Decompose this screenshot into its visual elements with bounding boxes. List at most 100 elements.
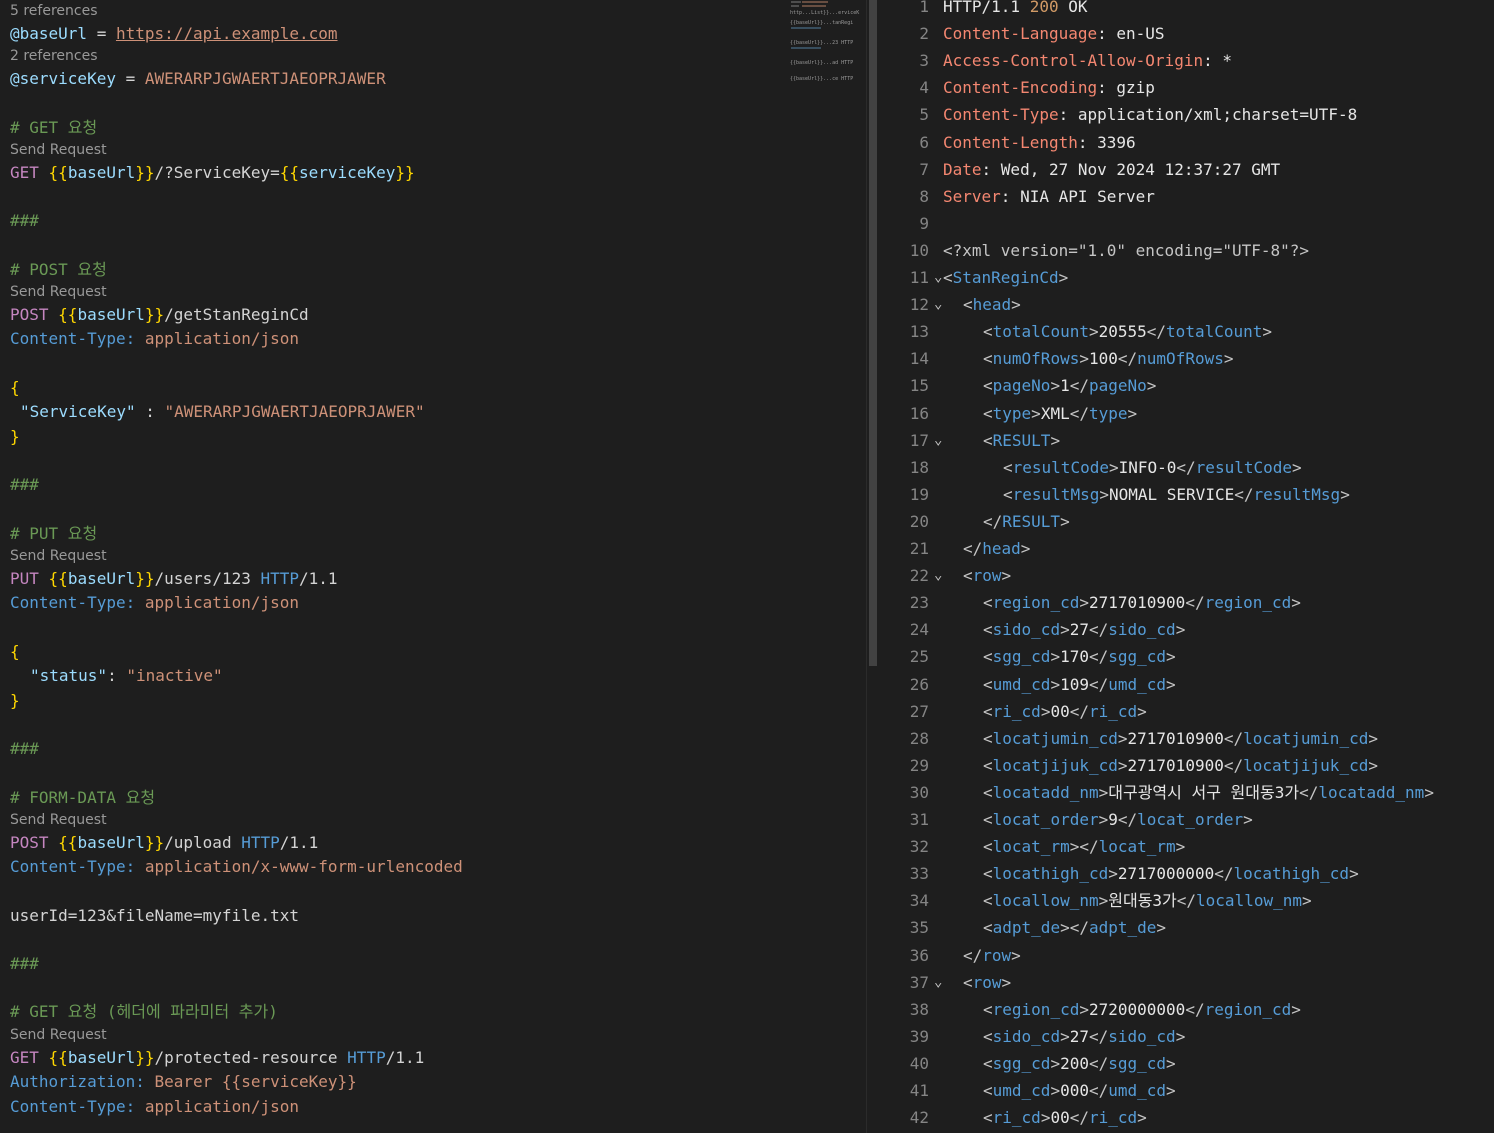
response-line[interactable]: 18 <resultCode>INFO-0</resultCode> bbox=[877, 454, 1494, 481]
response-line[interactable]: 14 <numOfRows>100</numOfRows> bbox=[877, 345, 1494, 372]
tag-punct: > bbox=[1069, 837, 1080, 857]
response-line[interactable]: 5 Content-Type: application/xml;charset=U… bbox=[877, 101, 1494, 128]
tag-punct: > bbox=[1050, 674, 1061, 694]
header-line[interactable]: Authorization: Bearer {{serviceKey}} bbox=[10, 1070, 357, 1094]
request-line[interactable]: POST {{baseUrl}}/upload HTTP/1.1 bbox=[10, 831, 318, 855]
tag-punct: > bbox=[1166, 647, 1176, 667]
chevron-down-icon[interactable]: ⌄ bbox=[934, 291, 948, 318]
separator: ### bbox=[10, 211, 39, 230]
response-line[interactable]: 24 <sido_cd>27</sido_cd> bbox=[877, 616, 1494, 643]
send-request-link[interactable]: Send Request bbox=[10, 140, 107, 160]
var-base-url-line[interactable]: @baseUrl = https://api.example.com bbox=[10, 22, 338, 46]
var-service-key-line[interactable]: @serviceKey = AWERARPJGWAERTJAEOPRJAWER bbox=[10, 67, 386, 91]
header-line[interactable]: Content-Type: application/json bbox=[10, 591, 299, 615]
response-line[interactable]: 1 HTTP/1.1 200 OK bbox=[877, 0, 1494, 20]
minimap-text: {{baseUrl}}...23 HTTP bbox=[790, 40, 854, 46]
header-value: : * bbox=[1203, 51, 1232, 71]
response-line[interactable]: 12 ⌄ <head> bbox=[877, 291, 1494, 318]
request-line[interactable]: GET {{baseUrl}}/?ServiceKey={{serviceKey… bbox=[10, 161, 415, 185]
response-line[interactable]: 20 </RESULT> bbox=[877, 508, 1494, 535]
send-request-link[interactable]: Send Request bbox=[10, 282, 107, 302]
response-line[interactable]: 39 <sido_cd>27</sido_cd> bbox=[877, 1023, 1494, 1050]
response-line[interactable]: 11 ⌄ <StanReginCd> bbox=[877, 264, 1494, 291]
response-line[interactable]: 4 Content-Encoding: gzip bbox=[877, 74, 1494, 101]
chevron-down-icon[interactable]: ⌄ bbox=[934, 427, 948, 454]
request-editor[interactable]: 5 references @baseUrl = https://api.exam… bbox=[0, 0, 866, 1133]
tag-name: ri_cd bbox=[992, 1108, 1041, 1128]
response-line[interactable]: 26 <umd_cd>109</umd_cd> bbox=[877, 671, 1494, 698]
response-line[interactable]: 19 <resultMsg>NOMAL SERVICE</resultMsg> bbox=[877, 481, 1494, 508]
response-line[interactable]: 13 <totalCount>20555</totalCount> bbox=[877, 318, 1494, 345]
request-line[interactable]: PUT {{baseUrl}}/users/123 HTTP/1.1 bbox=[10, 567, 338, 591]
tag-value: 2717010900 bbox=[1127, 755, 1224, 775]
response-line[interactable]: 6 Content-Length: 3396 bbox=[877, 129, 1494, 156]
response-line[interactable]: 10 <?xml version="1.0" encoding="UTF-8"?> bbox=[877, 237, 1494, 264]
codelens-references[interactable]: 5 references bbox=[10, 1, 98, 21]
response-line[interactable]: 36 </row> bbox=[877, 942, 1494, 969]
response-line[interactable]: 8 Server: NIA API Server bbox=[877, 183, 1494, 210]
send-request-link[interactable]: Send Request bbox=[10, 810, 107, 830]
tag-name: ri_cd bbox=[1088, 1108, 1138, 1128]
response-line[interactable]: 7 Date: Wed, 27 Nov 2024 12:37:27 GMT bbox=[877, 156, 1494, 183]
send-request-link[interactable]: Send Request bbox=[10, 546, 107, 566]
response-line[interactable]: 34 <locallow_nm>원대동3가</locallow_nm> bbox=[877, 887, 1494, 914]
response-line[interactable]: 28 <locatjumin_cd>2717010900</locatjumin_… bbox=[877, 725, 1494, 752]
response-line[interactable]: 27 <ri_cd>00</ri_cd> bbox=[877, 698, 1494, 725]
response-line[interactable]: 40 <sgg_cd>200</sgg_cd> bbox=[877, 1050, 1494, 1077]
response-panel[interactable]: 1 HTTP/1.1 200 OK 2 Content-Language: en-US… bbox=[877, 0, 1494, 1133]
response-line[interactable]: 37 ⌄ <row> bbox=[877, 969, 1494, 996]
response-line[interactable]: 15 <pageNo>1</pageNo> bbox=[877, 372, 1494, 399]
response-line[interactable]: 33 <locathigh_cd>2717000000</locathigh_cd… bbox=[877, 860, 1494, 887]
form-body-line[interactable]: userId=123&fileName=myfile.txt bbox=[10, 904, 299, 928]
line-number: 40 bbox=[909, 1053, 929, 1073]
header-value: : Wed, 27 Nov 2024 12:37:27 GMT bbox=[981, 159, 1281, 179]
header-name: Content-Type: bbox=[10, 1097, 136, 1116]
minimap[interactable]: http...List}}...erviceK {{baseUrl}}...ta… bbox=[788, 0, 866, 90]
tag-punct: > bbox=[1108, 864, 1118, 884]
chevron-down-icon[interactable]: ⌄ bbox=[934, 562, 948, 589]
response-line[interactable]: 31 <locat_order>9</locat_order> bbox=[877, 806, 1494, 833]
comment-line: # POST 요청 bbox=[10, 260, 107, 279]
header-line[interactable]: Content-Type: application/x-www-form-url… bbox=[10, 855, 463, 879]
json-body-line[interactable]: "status": "inactive" bbox=[30, 664, 223, 688]
header-line[interactable]: Content-Type: application/json bbox=[10, 327, 299, 351]
tag-punct: < bbox=[1003, 457, 1013, 477]
codelens-references[interactable]: 2 references bbox=[10, 46, 98, 66]
tag-punct: < bbox=[983, 728, 993, 748]
tag-value: 2717010900 bbox=[1088, 593, 1186, 613]
line-number: 26 bbox=[909, 674, 929, 694]
line-number: 37 bbox=[909, 972, 929, 992]
response-line[interactable]: 41 <umd_cd>000</umd_cd> bbox=[877, 1077, 1494, 1104]
response-line[interactable]: 25 <sgg_cd>170</sgg_cd> bbox=[877, 643, 1494, 670]
response-line[interactable]: 30 <locatadd_nm>대구광역시 서구 원대동3가</locatadd_… bbox=[877, 779, 1494, 806]
json-body-line[interactable]: "ServiceKey" : "AWERARPJGWAERTJAEOPRJAWE… bbox=[20, 400, 425, 424]
response-line[interactable]: 29 <locatjijuk_cd>2717010900</locatjijuk_… bbox=[877, 752, 1494, 779]
base-url-link[interactable]: https://api.example.com bbox=[116, 24, 338, 43]
line-content: <locatjumin_cd>2717010900</locatjumin_cd… bbox=[983, 725, 1378, 752]
header-value: Bearer {{serviceKey}} bbox=[144, 1072, 357, 1091]
response-line[interactable]: 42 <ri_cd>00</ri_cd> bbox=[877, 1104, 1494, 1131]
tag-punct: > bbox=[1098, 810, 1109, 829]
response-line[interactable]: 16 <type>XML</type> bbox=[877, 400, 1494, 427]
request-line[interactable]: POST {{baseUrl}}/getStanReginCd bbox=[10, 303, 309, 327]
scrollbar-thumb[interactable] bbox=[869, 0, 877, 666]
response-line[interactable]: 2 Content-Language: en-US bbox=[877, 20, 1494, 47]
chevron-down-icon[interactable]: ⌄ bbox=[934, 969, 948, 996]
line-number: 12 bbox=[909, 295, 929, 315]
tag-punct: < bbox=[983, 810, 993, 829]
response-line[interactable]: 38 <region_cd>2720000000</region_cd> bbox=[877, 996, 1494, 1023]
header-line[interactable]: Content-Type: application/json bbox=[10, 1095, 299, 1119]
tag-punct: < bbox=[1003, 484, 1013, 504]
line-number: 19 bbox=[909, 484, 929, 504]
response-line[interactable]: 17 ⌄ <RESULT> bbox=[877, 427, 1494, 454]
send-request-link[interactable]: Send Request bbox=[10, 1025, 107, 1045]
response-line[interactable]: 3 Access-Control-Allow-Origin: * bbox=[877, 47, 1494, 74]
response-line[interactable]: 22 ⌄ <row> bbox=[877, 562, 1494, 589]
response-line[interactable]: 9 bbox=[877, 210, 1494, 237]
response-line[interactable]: 32 <locat_rm></locat_rm> bbox=[877, 833, 1494, 860]
response-line[interactable]: 21 </head> bbox=[877, 535, 1494, 562]
response-line[interactable]: 35 <adpt_de></adpt_de> bbox=[877, 914, 1494, 941]
request-line[interactable]: GET {{baseUrl}}/protected-resource HTTP/… bbox=[10, 1046, 424, 1070]
line-content: <adpt_de></adpt_de> bbox=[983, 914, 1166, 941]
response-line[interactable]: 23 <region_cd>2717010900</region_cd> bbox=[877, 589, 1494, 616]
